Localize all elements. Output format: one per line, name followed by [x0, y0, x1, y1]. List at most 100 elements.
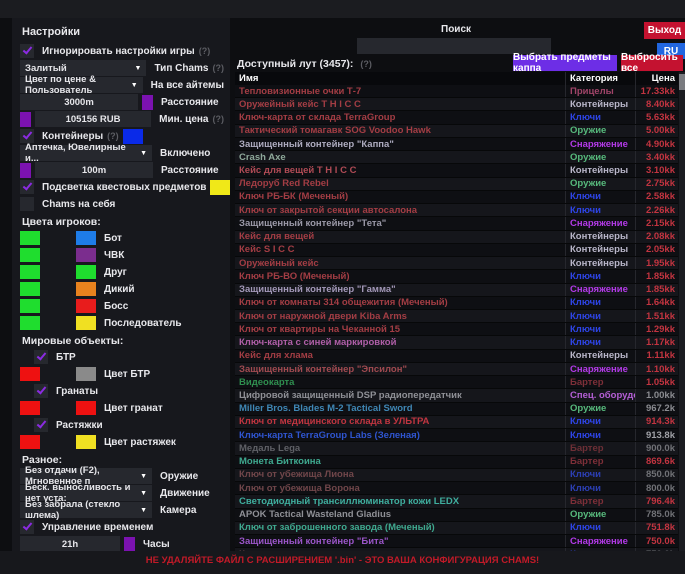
hours-input[interactable]: 21h — [20, 536, 120, 551]
min-price-color-swatch[interactable] — [20, 112, 31, 127]
table-row[interactable]: Ключ от наружной двери Kiba ArmsКлючи1.5… — [235, 310, 678, 323]
time-control-checkbox[interactable] — [20, 520, 34, 534]
table-row[interactable]: Медаль LegaБартер900.0k — [235, 442, 678, 455]
hours-color-swatch[interactable] — [124, 537, 135, 552]
grenades-checkbox[interactable] — [34, 384, 48, 398]
table-row[interactable]: Защищенный контейнер "Бита"Снаряжение750… — [235, 535, 678, 548]
min-price-input[interactable]: 105156 RUB — [35, 111, 151, 127]
ignore-game-settings-checkbox[interactable] — [20, 44, 34, 58]
time-control-row[interactable]: Управление временем — [20, 519, 224, 535]
help-icon[interactable]: (?) — [199, 46, 211, 56]
table-row[interactable]: Ключ от убежища ЛионаКлючи850.0k — [235, 469, 678, 482]
distance-input[interactable]: 3000m — [20, 94, 138, 110]
table-row[interactable]: Ключ-карта с синей маркировкойКлючи1.17k… — [235, 336, 678, 349]
table-row[interactable]: Ключ от комнаты 314 общежития (Меченый)К… — [235, 297, 678, 310]
player-color-2-swatch[interactable] — [76, 248, 96, 262]
table-row[interactable]: Miller Bros. Blades M-2 Tactical SwordОр… — [235, 403, 678, 416]
table-row[interactable]: Тактический томагавк SOG Voodoo HawkОруж… — [235, 125, 678, 138]
table-row[interactable]: Монета БиткоинаБартер869.6k — [235, 456, 678, 469]
tripwire-checkbox[interactable] — [34, 418, 48, 432]
player-color-2-swatch[interactable] — [76, 316, 96, 330]
item-price: 2.26kk — [635, 204, 678, 216]
tripwire-row[interactable]: Растяжки — [20, 417, 224, 433]
column-header-name[interactable]: Имя — [235, 73, 565, 84]
chams-self-row[interactable]: Chams на себя — [20, 196, 224, 212]
table-row[interactable]: Оружейный кейсКонтейнеры1.95kk — [235, 257, 678, 270]
item-name: Ключ-карта с синей маркировкой — [235, 337, 565, 348]
table-row[interactable]: Ключ-карта от склада TerraGroupКлючи5.63… — [235, 111, 678, 124]
grenade-color-2-swatch[interactable] — [76, 401, 96, 415]
tripwire-color-2-swatch[interactable] — [76, 435, 96, 449]
player-color-2-swatch[interactable] — [76, 282, 96, 296]
player-color-1-swatch[interactable] — [20, 316, 40, 330]
table-row[interactable]: Кейс для хламаКонтейнеры1.11kk — [235, 350, 678, 363]
player-color-1-swatch[interactable] — [20, 299, 40, 313]
table-row[interactable]: Защищенный контейнер "Гамма"Снаряжение1.… — [235, 284, 678, 297]
table-row[interactable]: Защищенный контейнер "Эпсилон"Снаряжение… — [235, 363, 678, 376]
drop-all-button[interactable]: Выбросить все — [621, 55, 683, 71]
table-row[interactable]: Crash AxeОружие3.40kk — [235, 151, 678, 164]
table-row[interactable]: Оружейный кейс T H I C CКонтейнеры8.40kk — [235, 98, 678, 111]
all-items-dropdown[interactable]: Цвет по цене & Пользователь ▼ — [20, 77, 143, 93]
column-header-price[interactable]: Цена — [635, 72, 678, 85]
quest-highlight-checkbox[interactable] — [20, 180, 34, 194]
item-price: 1.85kk — [635, 270, 678, 282]
btr-color-1-swatch[interactable] — [20, 367, 40, 381]
item-price: 2.08kk — [635, 231, 678, 243]
table-row[interactable]: Ключ-карта TerraGroup Labs (Зеленая)Ключ… — [235, 429, 678, 442]
table-row[interactable]: Ключ от квартиры на Чеканной 15Ключи1.29… — [235, 323, 678, 336]
scrollbar-thumb[interactable] — [679, 74, 685, 90]
select-kappa-items-button[interactable]: Выбрать предметы каппа — [513, 55, 617, 71]
quest-highlight-color-swatch[interactable] — [210, 180, 230, 195]
player-color-2-swatch[interactable] — [76, 231, 96, 245]
table-row[interactable]: Ключ от закрытой секции автосалонаКлючи2… — [235, 204, 678, 217]
chams-self-checkbox[interactable] — [20, 197, 34, 211]
btr-color-2-swatch[interactable] — [76, 367, 96, 381]
ignore-game-settings-row[interactable]: Игнорировать настройки игры (?) — [20, 43, 224, 59]
help-icon[interactable]: (?) — [213, 114, 225, 124]
table-row[interactable]: Ключ от медицинского склада в УЛЬТРАКлюч… — [235, 416, 678, 429]
tripwire-color-1-swatch[interactable] — [20, 435, 40, 449]
table-row[interactable]: Защищенный контейнер "Каппа"Снаряжение4.… — [235, 138, 678, 151]
table-row[interactable]: Тепловизионные очки Т-7Прицелы17.33kk — [235, 85, 678, 98]
table-row[interactable]: Кейс S I C CКонтейнеры2.05kk — [235, 244, 678, 257]
btr-checkbox[interactable] — [34, 350, 48, 364]
table-row[interactable]: Ледоруб Red RebelОружие2.75kk — [235, 178, 678, 191]
distance-row: 3000m Расстояние — [20, 94, 224, 110]
distance-color-swatch[interactable] — [142, 95, 153, 110]
quest-highlight-row[interactable]: Подсветка квестовых предметов — [20, 179, 224, 195]
help-icon[interactable]: (?) — [107, 131, 119, 141]
player-color-1-swatch[interactable] — [20, 248, 40, 262]
player-color-label: Друг — [104, 267, 127, 278]
player-color-1-swatch[interactable] — [20, 231, 40, 245]
table-row[interactable]: Светодиодный трансиллюминатор кожи LEDXБ… — [235, 495, 678, 508]
grenade-color-1-swatch[interactable] — [20, 401, 40, 415]
distance2-input[interactable]: 100m — [35, 162, 153, 178]
column-header-category[interactable]: Категория — [565, 72, 635, 85]
table-row[interactable]: Цифровой защищенный DSP радиопередатчикС… — [235, 389, 678, 402]
player-color-1-swatch[interactable] — [20, 265, 40, 279]
containers-checkbox[interactable] — [20, 129, 34, 143]
table-row[interactable]: Защищенный контейнер "Тета"Снаряжение2.1… — [235, 217, 678, 230]
distance2-color-swatch[interactable] — [20, 163, 31, 178]
item-name: Ключ от заброшенного завода (Меченый) — [235, 522, 565, 533]
table-scrollbar[interactable] — [679, 72, 685, 551]
table-row[interactable]: Ключ от убежища ВоронаКлючи800.0k — [235, 482, 678, 495]
exit-button[interactable]: Выход — [644, 22, 685, 39]
grenades-row[interactable]: Гранаты — [20, 383, 224, 399]
table-row[interactable]: Кейс для вещейКонтейнеры2.08kk — [235, 231, 678, 244]
table-row[interactable]: ВидеокартаБартер1.05kk — [235, 376, 678, 389]
table-row[interactable]: Ключ РБ-ВО (Меченый)Ключи1.85kk — [235, 270, 678, 283]
player-color-1-swatch[interactable] — [20, 282, 40, 296]
camera-dropdown[interactable]: Без забрала (стекло шлема) ▼ — [20, 502, 152, 518]
table-row[interactable]: Кейс для вещей T H I C CКонтейнеры3.10kk — [235, 164, 678, 177]
med-filter-dropdown[interactable]: Аптечка, Ювелирные и... ▼ — [20, 145, 152, 161]
btr-row[interactable]: БТР — [20, 349, 224, 365]
table-row[interactable]: Ключ от заброшенного завода (Меченый)Клю… — [235, 522, 678, 535]
table-row[interactable]: Ключ РБ-БК (Меченый)Ключи2.58kk — [235, 191, 678, 204]
player-color-2-swatch[interactable] — [76, 265, 96, 279]
player-color-2-swatch[interactable] — [76, 299, 96, 313]
help-icon[interactable]: (?) — [360, 59, 372, 69]
help-icon[interactable]: (?) — [213, 63, 225, 73]
table-row[interactable]: APOK Tactical Wasteland GladiusОружие785… — [235, 509, 678, 522]
